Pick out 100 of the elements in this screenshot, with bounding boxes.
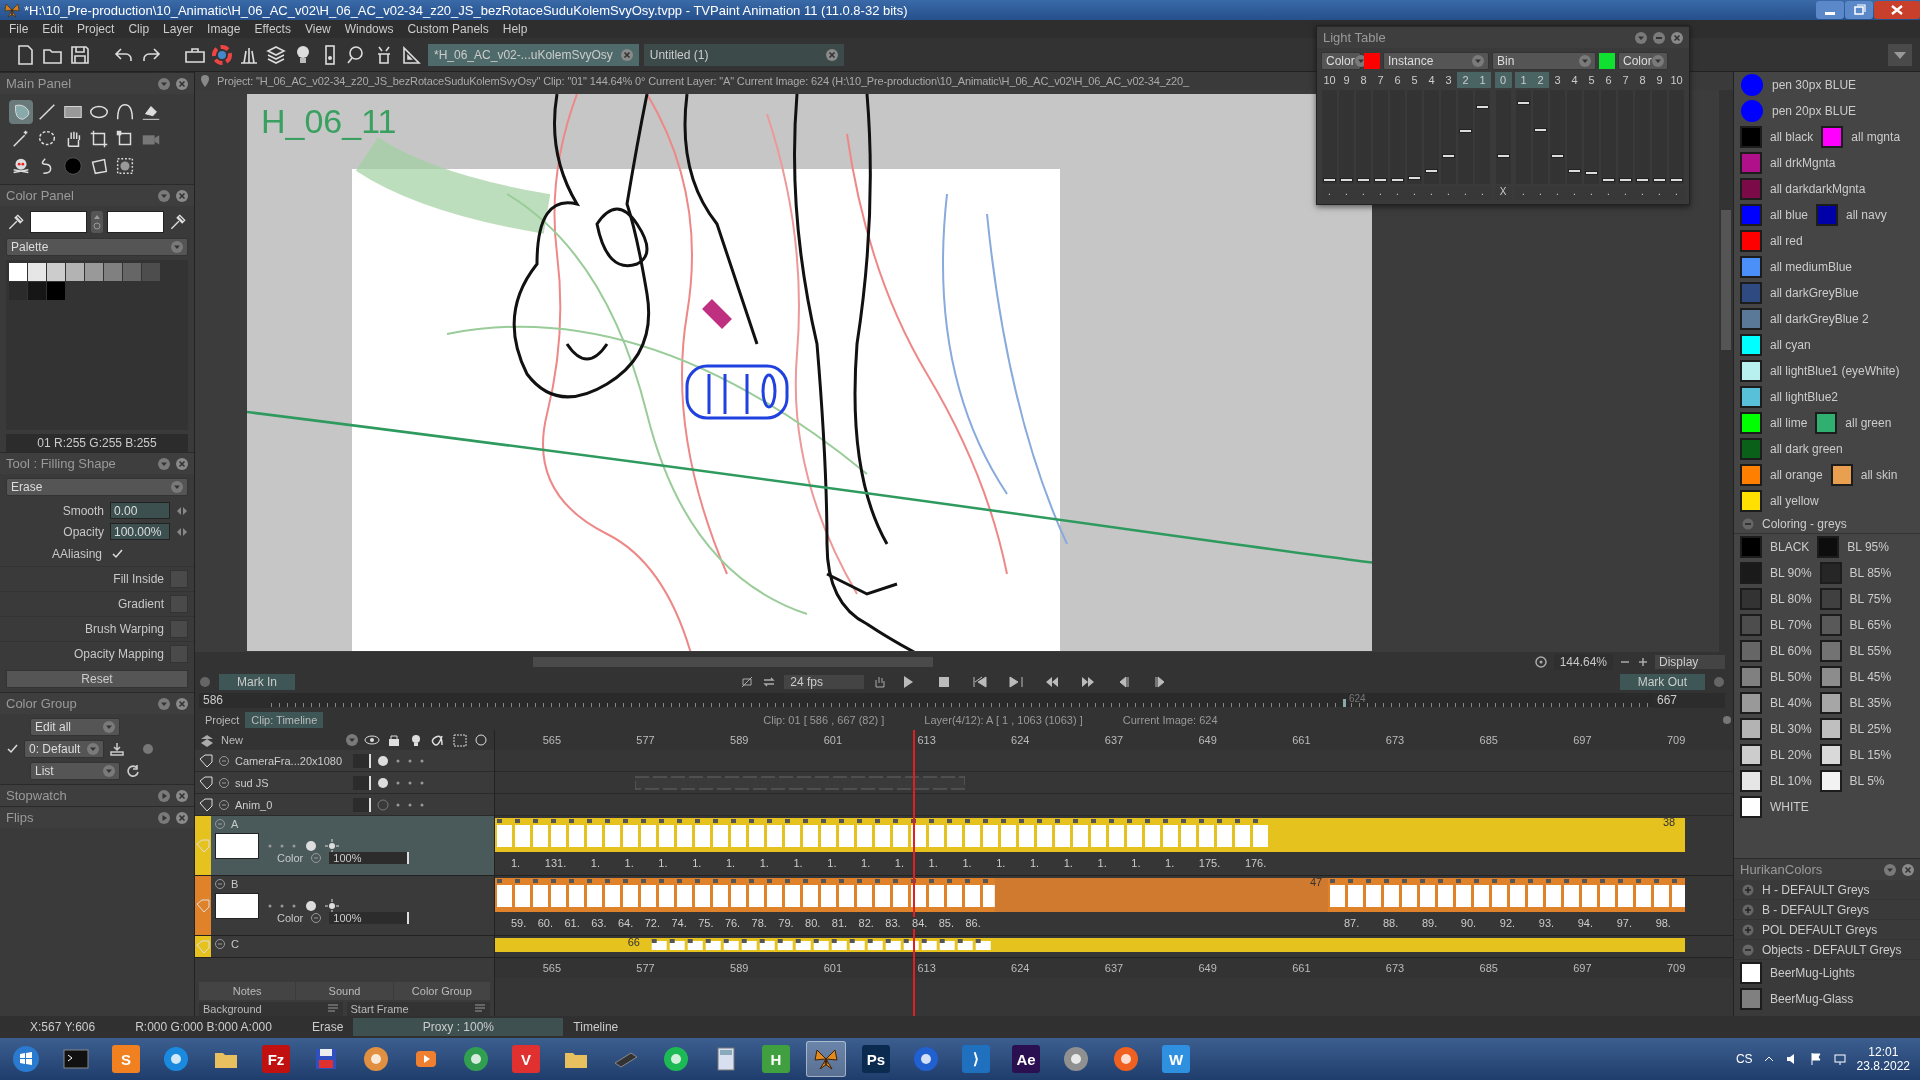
opacity-step-label[interactable]: 1 [1515,72,1532,88]
image-number: 84. [912,917,928,929]
taskbar-app-button[interactable]: V [512,1045,540,1073]
language-indicator[interactable]: CS [1735,1052,1753,1066]
opacity-step-label[interactable]: 3 [1549,72,1566,88]
blend-mode-label[interactable]: Color [277,852,304,864]
current-image-info: Current Image: 624 [1122,714,1218,726]
opacity-field[interactable]: 100% [329,852,410,864]
frame-number: 649 [1198,734,1217,746]
panel-tab[interactable]: Color Group [393,982,490,1000]
select-dropdown[interactable]: Background [199,1002,343,1016]
opacity-step-label[interactable]: 2 [1532,72,1549,88]
document-tab[interactable]: Untitled (1) [643,43,844,66]
opacity-step-label[interactable]: 5 [1583,72,1600,88]
group-label[interactable]: POL DEFAULT Greys [1762,922,1878,937]
group-label[interactable]: Coloring - greys [1762,516,1847,531]
instance-dropdown[interactable]: Instance [1383,52,1489,70]
display-dropdown[interactable]: Display [1655,655,1725,669]
opacity-step-label[interactable]: 2 [1457,72,1474,88]
taskbar-app-button[interactable]: Fz [262,1045,290,1073]
opacity-step-label[interactable]: 9 [1651,72,1668,88]
opacity-step-label[interactable]: 0 [1494,72,1512,88]
menu-item[interactable]: Image [200,22,248,36]
taskbar-app-button[interactable]: Ae [1012,1045,1040,1073]
opacity-step-label[interactable]: 6 [1389,72,1406,88]
image-number: 75. [698,917,714,929]
taskbar-app-button[interactable]: ⟩ [962,1045,990,1073]
menu-item[interactable]: File [2,22,36,36]
color-mode-dropdown[interactable]: Color [1321,52,1361,70]
start-frame-field[interactable]: 586 [199,692,271,708]
menu-item[interactable]: Effects [247,22,298,36]
bin-dropdown[interactable]: Bin [1492,52,1596,70]
new-layer-button[interactable]: New [221,734,243,746]
menu-item[interactable]: View [297,22,338,36]
opacity-step-label[interactable]: 4 [1423,72,1440,88]
timeline-tab[interactable]: Project [199,712,246,728]
layer-row-background[interactable]: A Color 100% [211,816,494,875]
group-label[interactable]: Objects - DEFAULT Greys [1762,942,1902,957]
layer-row-background[interactable]: C [211,936,494,957]
zoom-value[interactable]: 144.64% [1553,654,1613,670]
menu-item[interactable]: Project [70,22,122,36]
opacity-step-label[interactable]: 3 [1440,72,1457,88]
color-mode-dropdown[interactable]: Color [1618,52,1668,70]
blend-mode-label[interactable]: Color [277,912,304,924]
select-dropdown[interactable]: Start Frame [346,1002,490,1016]
opacity-step-label[interactable]: 6 [1600,72,1617,88]
clock-date[interactable]: 23.8.2022 [1856,1059,1910,1073]
opacity-step-label[interactable]: 9 [1338,72,1355,88]
end-frame-field[interactable]: 667 [1653,692,1725,708]
layer-name[interactable]: sud JS [235,776,347,789]
image-number: 78. [751,917,767,929]
opacity-step-label[interactable]: 5 [1406,72,1423,88]
menu-item[interactable]: Custom Panels [400,22,496,36]
panel-tab[interactable]: Sound [296,982,393,1000]
value-field[interactable]: 100.00% [110,523,170,540]
group-dropdown[interactable]: 0: Default [24,740,104,758]
mark-in-button[interactable]: Mark In [219,674,295,690]
fps-dropdown[interactable]: 24 fps [784,675,865,689]
layer-name[interactable]: C [231,938,239,950]
taskbar-app-button[interactable]: Ps [862,1045,890,1073]
status-text: Proxy : 100% [353,1018,564,1036]
menu-item[interactable]: Help [495,22,535,36]
list-dropdown[interactable]: List [30,762,120,780]
image-number: 98. [1655,917,1671,929]
opacity-step-label[interactable]: 4 [1566,72,1583,88]
frame-number: 577 [636,734,655,746]
menu-item[interactable]: Layer [156,22,201,36]
layer-name[interactable]: Anim_0 [235,798,347,811]
edit-dropdown[interactable]: Edit all [30,718,120,736]
group-label[interactable]: B - DEFAULT Greys [1762,902,1869,917]
panel-tab[interactable]: Notes [199,982,296,1000]
menu-item[interactable]: Edit [35,22,71,36]
menu-item[interactable]: Windows [337,22,401,36]
layer-name[interactable]: CameraFra...20x1080 [235,754,347,767]
opacity-step-label[interactable]: 7 [1617,72,1634,88]
menu-item[interactable]: Clip [121,22,157,36]
opacity-field[interactable]: 100% [329,912,410,924]
value-field[interactable]: 0.00 [110,502,170,519]
mode-dropdown[interactable]: Erase [6,478,188,496]
opacity-step-label[interactable]: 8 [1355,72,1372,88]
clock-time[interactable]: 12:01 [1868,1045,1899,1059]
status-text: R:000 G:000 B:000 A:000 [134,1019,273,1036]
layer-name[interactable]: B [231,878,239,890]
mark-out-button[interactable]: Mark Out [1619,674,1705,690]
opacity-step-label[interactable]: 8 [1634,72,1651,88]
reset-button[interactable]: Reset [6,670,188,688]
opacity-step-label[interactable]: 7 [1372,72,1389,88]
document-tab[interactable]: *H_06_AC_v02-...uKolemSvyOsy [428,43,639,66]
opacity-step-label[interactable]: 1 [1474,72,1491,88]
palette-dropdown[interactable]: Palette [6,238,188,256]
timeline-tab[interactable]: Clip: Timeline [245,712,324,728]
layer-name[interactable]: A [231,818,239,830]
image-number: 175. [1198,857,1221,869]
color-name: BL 80% [1770,592,1812,606]
layer-row-background[interactable]: B Color 100% [211,876,494,935]
image-number: 131. [544,857,567,869]
color-name: all skin [1860,468,1898,482]
opacity-step-label[interactable]: 10 [1321,72,1338,88]
group-label[interactable]: H - DEFAULT Greys [1762,882,1870,897]
opacity-step-label[interactable]: 10 [1668,72,1685,88]
